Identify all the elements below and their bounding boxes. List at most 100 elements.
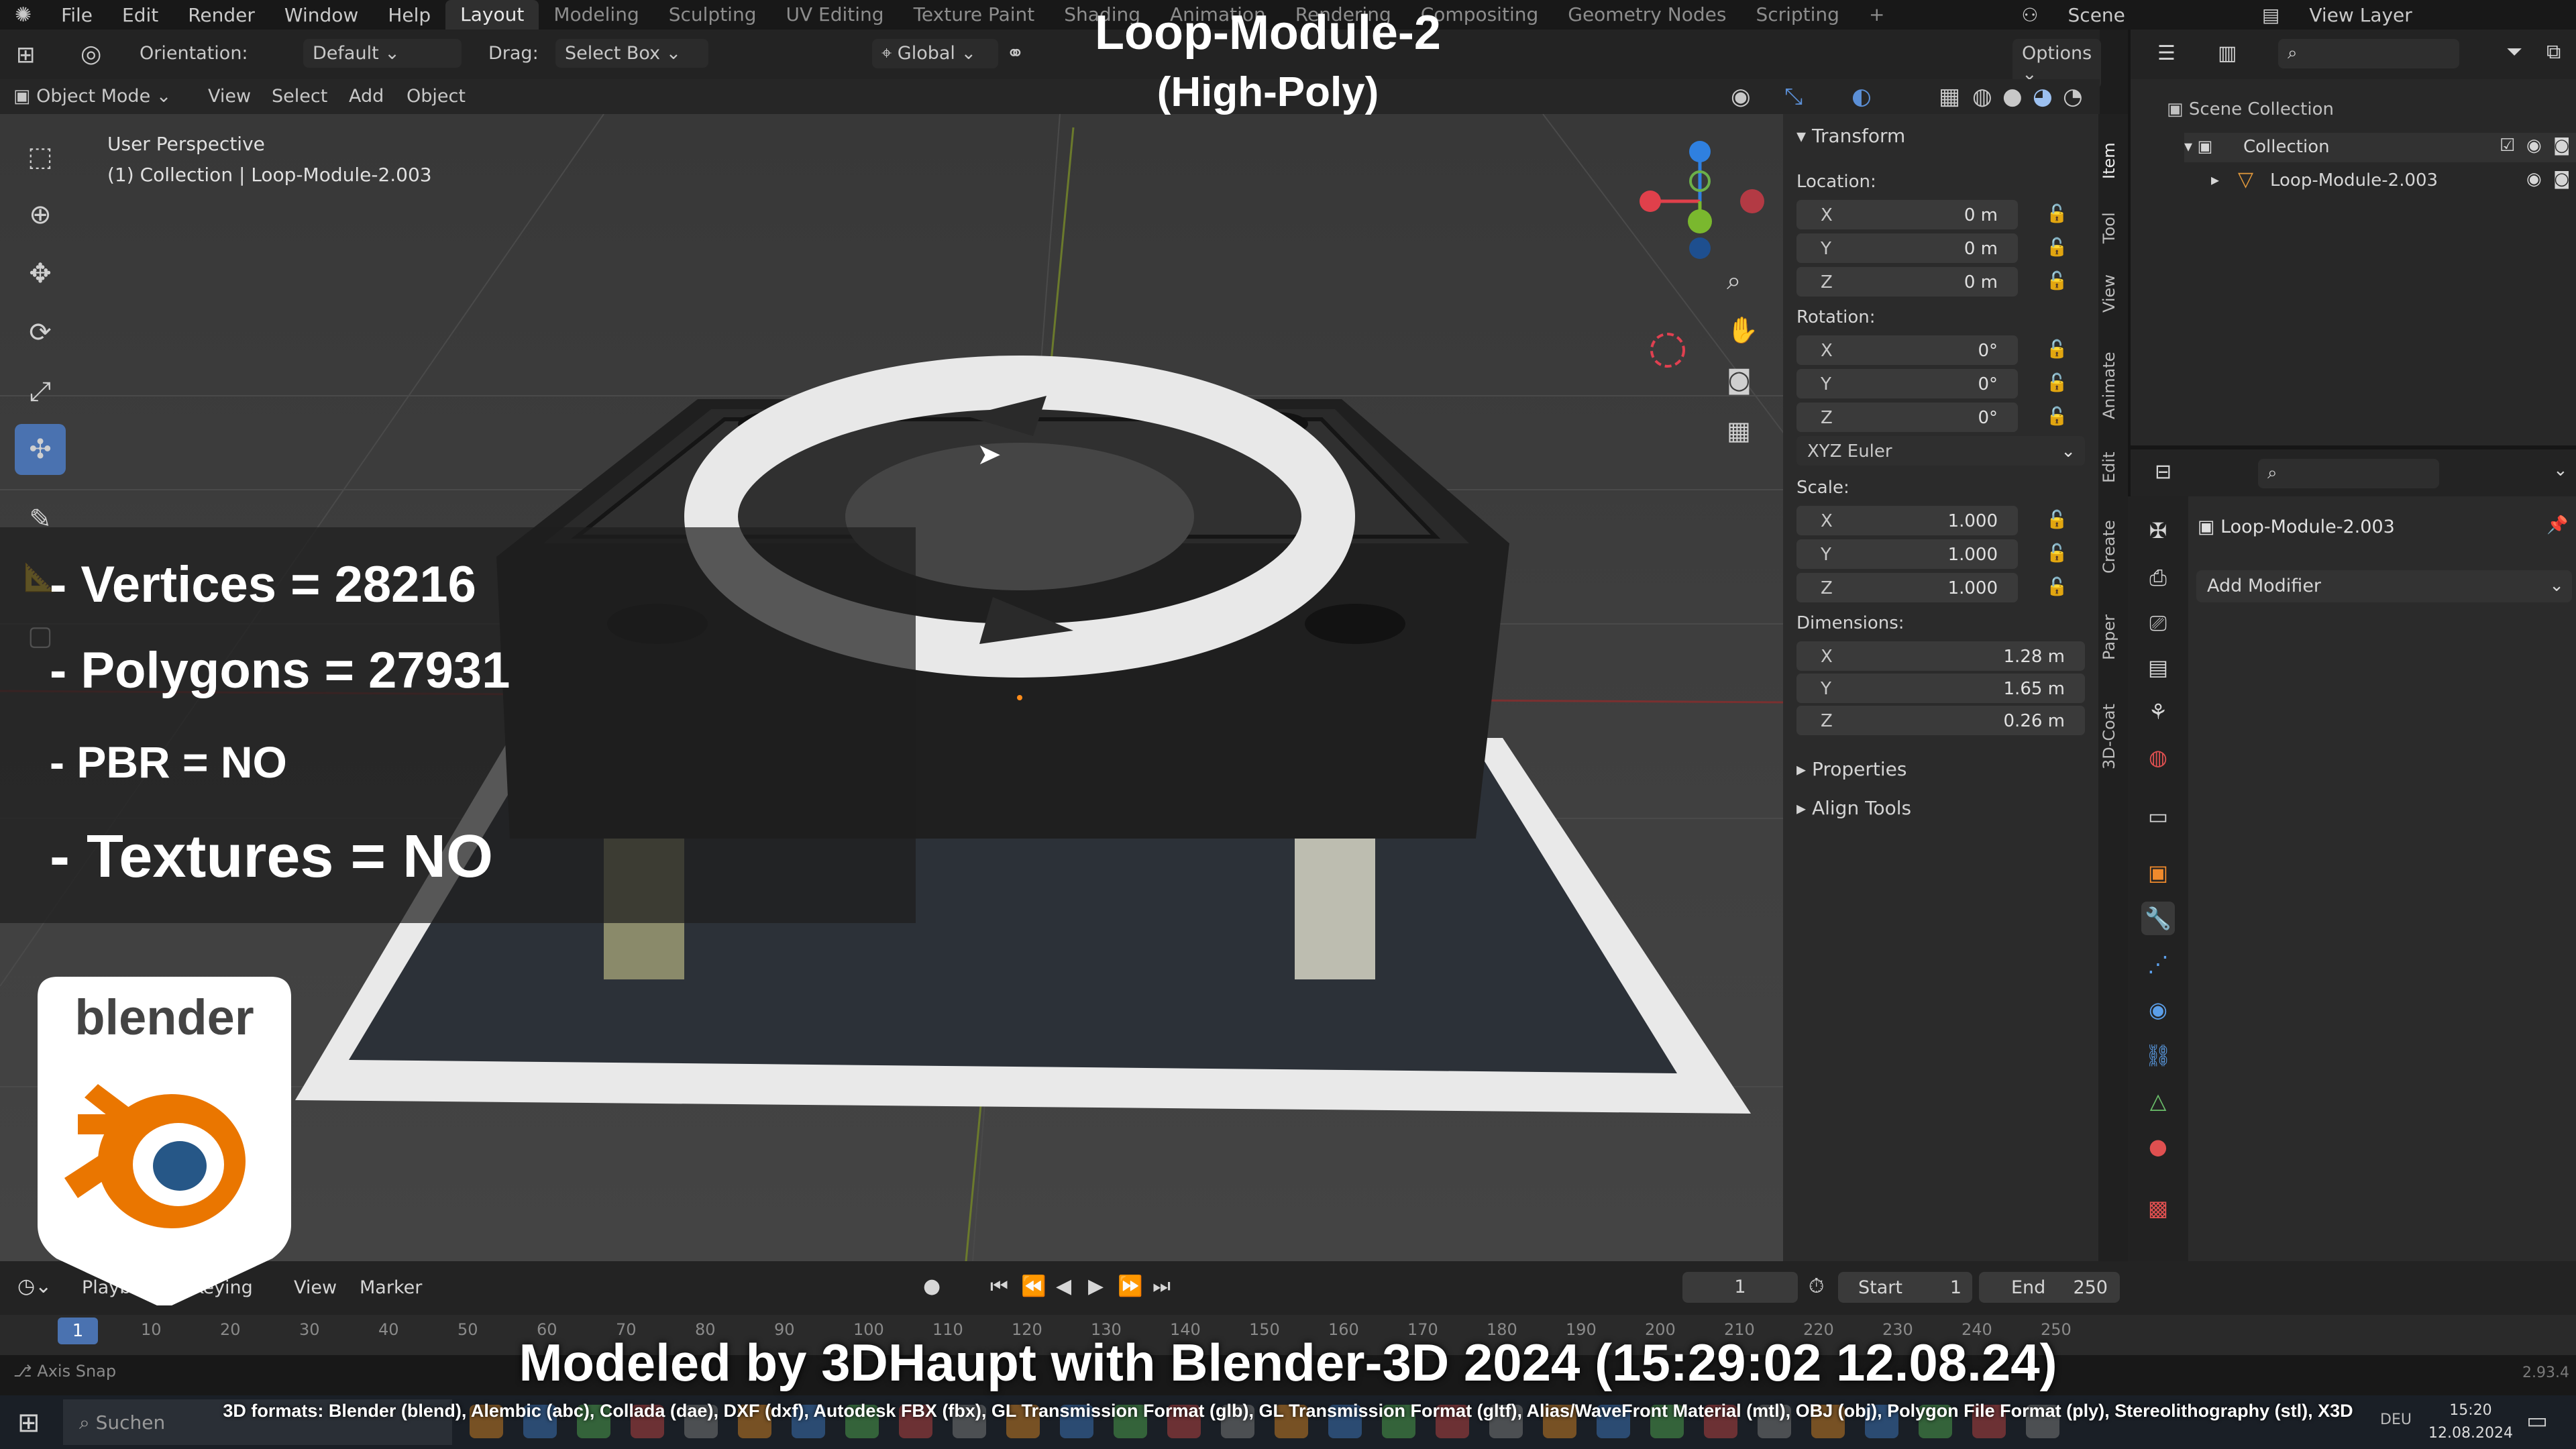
rotation-y-field[interactable]: Y 0° [1796,369,2018,398]
stat-textures: - Textures = NO [50,823,494,890]
scale-x-field[interactable]: X 1.000 [1796,506,2018,535]
pin-icon[interactable]: 📌 [2546,515,2568,535]
timeline-header: ◷⌄ Playback Keying View Marker ● ⏮ ⏪ ◀ ▶… [0,1261,2576,1315]
camera-view-icon[interactable]: ◙ [1727,365,1752,394]
location-x-field[interactable]: X0 m [1796,200,2018,229]
output-properties-icon[interactable]: ⎚ [2141,606,2175,640]
new-collection-icon[interactable]: ⧉ [2546,40,2561,64]
constraints-properties-icon[interactable]: ⛓ [2141,1038,2175,1072]
tab-tool[interactable]: Tool [2100,201,2127,255]
dimensions-y-field[interactable]: Y 1.65 m [1796,674,2085,703]
properties-search-input[interactable]: ⌕ [2258,459,2439,488]
properties-editor-icon[interactable]: ⊟ [2155,460,2171,484]
lock-icon[interactable]: 🔓 [2046,577,2068,597]
pan-hand-icon[interactable]: ✋ [1727,315,1758,345]
end-frame-field[interactable]: End 250 [1979,1272,2120,1303]
chevron-down-icon[interactable]: ⌄ [2553,460,2568,480]
lock-icon[interactable]: 🔓 [2046,339,2068,360]
outliner-object-row[interactable]: ▸ ▽ Loop-Module-2.003 ◉ ◙ [2211,166,2576,196]
scale-label: Scale: [1796,478,1849,498]
overlay-credit: Modeled by 3DHaupt with Blender-3D 2024 … [519,1333,2057,1392]
camera-icon[interactable]: ◙ [2553,136,2570,156]
dimensions-z-field[interactable]: Z 0.26 m [1796,706,2085,735]
modifier-properties-icon[interactable]: 🔧 [2141,902,2175,935]
eye-icon[interactable]: ◉ [2526,136,2542,156]
properties-tabs: ✠ ⎙ ⎚ ▤ ⚘ ◍ ▭ ▣ 🔧 ⋰ ◉ ⛓ △ ● ▩ [2128,496,2188,1261]
tab-paper[interactable]: Paper [2100,604,2127,671]
rotate-tool-icon[interactable]: ⟳ [15,307,66,358]
tab-3d-coat[interactable]: 3D-Coat [2100,690,2127,784]
tab-item[interactable]: Item [2100,127,2127,195]
navigation-gizmo[interactable] [1640,141,1764,259]
tool-properties-icon[interactable]: ✠ [2141,514,2175,547]
lock-icon[interactable]: 🔓 [2046,407,2068,427]
scene-properties-icon[interactable]: ⚘ [2141,695,2175,729]
move-tool-icon[interactable]: ✥ [15,248,66,299]
texture-properties-icon[interactable]: ▩ [2141,1191,2175,1225]
lock-icon[interactable]: 🔓 [2046,204,2068,224]
eye-icon[interactable]: ◉ [2526,169,2542,189]
lock-icon[interactable]: 🔓 [2046,510,2068,530]
lock-icon[interactable]: 🔓 [2046,373,2068,393]
record-icon[interactable]: ● [923,1275,941,1298]
cursor-tool-icon[interactable]: ⊕ [15,189,66,240]
play-icon[interactable]: ▶ [1088,1275,1104,1298]
particles-properties-icon[interactable]: ⋰ [2141,947,2175,981]
align-tools-section-header[interactable]: ▸ Align Tools [1796,797,1911,819]
stat-pbr: - PBR = NO [50,737,287,787]
transform-section-header[interactable]: ▾ Transform [1796,125,1905,147]
select-box-tool-icon[interactable]: ⬚ [15,131,66,182]
play-reverse-icon[interactable]: ◀ [1056,1275,1071,1298]
menu-marker[interactable]: Marker [360,1277,422,1298]
camera-icon[interactable]: ◙ [2553,169,2570,189]
tab-edit[interactable]: Edit [2100,444,2127,491]
world-properties-icon[interactable]: ◍ [2141,741,2175,774]
render-properties-icon[interactable]: ⎙ [2141,561,2175,594]
add-modifier-dropdown[interactable]: Add Modifier ⌄ [2196,570,2572,602]
modifier-object-name: ▣ Loop-Module-2.003 [2198,517,2395,537]
rotation-z-field[interactable]: Z 0° [1796,402,2018,432]
perspective-toggle-icon[interactable]: ▦ [1727,416,1751,445]
3d-cursor-icon[interactable] [1650,333,1685,368]
checkbox-icon[interactable]: ☑ [2500,136,2515,156]
menu-view[interactable]: View [294,1277,337,1298]
next-keyframe-icon[interactable]: ⏩ [1118,1275,1142,1298]
scale-y-field[interactable]: Y 1.000 [1796,539,2018,569]
object-name: Loop-Module-2.003 [2270,170,2438,191]
physics-properties-icon[interactable]: ◉ [2141,993,2175,1026]
object-properties-icon[interactable]: ▣ [2141,856,2175,890]
location-y-field[interactable]: Y0 m [1796,233,2018,263]
lock-icon[interactable]: 🔓 [2046,237,2068,258]
jump-end-icon[interactable]: ⏭ [1152,1275,1171,1298]
sidebar-tabs: Item Tool View Animate Edit Create Paper… [2098,114,2128,1261]
data-properties-icon[interactable]: △ [2141,1084,2175,1118]
tab-animate[interactable]: Animate [2100,342,2127,429]
prev-keyframe-icon[interactable]: ⏪ [1021,1275,1046,1298]
outliner-collection-row[interactable]: ▾ ▣ Collection ☑ ◉ ◙ [2184,133,2576,162]
location-z-field[interactable]: Z0 m [1796,267,2018,297]
lock-icon[interactable]: 🔓 [2046,271,2068,291]
view-layer-properties-icon[interactable]: ▤ [2141,651,2175,684]
rotation-mode-dropdown[interactable]: XYZ Euler ⌄ [1796,436,2085,466]
collection-info: (1) Collection | Loop-Module-2.003 [107,164,432,186]
zoom-icon[interactable]: ⌕ [1727,266,1741,296]
scale-tool-icon[interactable]: ⤢ [15,366,66,417]
rotation-label: Rotation: [1796,307,1876,327]
properties-section-header[interactable]: ▸ Properties [1796,758,1907,780]
start-frame-field[interactable]: Start 1 [1838,1272,1972,1303]
collection-name: Collection [2243,137,2330,157]
rotation-x-field[interactable]: X 0° [1796,335,2018,365]
scale-z-field[interactable]: Z 1.000 [1796,573,2018,602]
tab-view[interactable]: View [2100,267,2127,321]
mesh-object-icon: ▽ [2238,168,2254,191]
jump-start-icon[interactable]: ⏮ [990,1275,1008,1298]
transform-tool-icon[interactable]: ✣ [15,424,66,475]
tab-create[interactable]: Create [2100,510,2127,584]
lock-icon[interactable]: 🔓 [2046,543,2068,564]
material-properties-icon[interactable]: ● [2141,1130,2175,1163]
preview-range-icon[interactable]: ⏱ [1809,1275,1824,1298]
current-frame-field[interactable]: 1 [1682,1272,1798,1303]
dimensions-x-field[interactable]: X 1.28 m [1796,641,2085,671]
collection-properties-icon[interactable]: ▭ [2141,800,2175,833]
blender-logo-text: blender [74,989,254,1045]
